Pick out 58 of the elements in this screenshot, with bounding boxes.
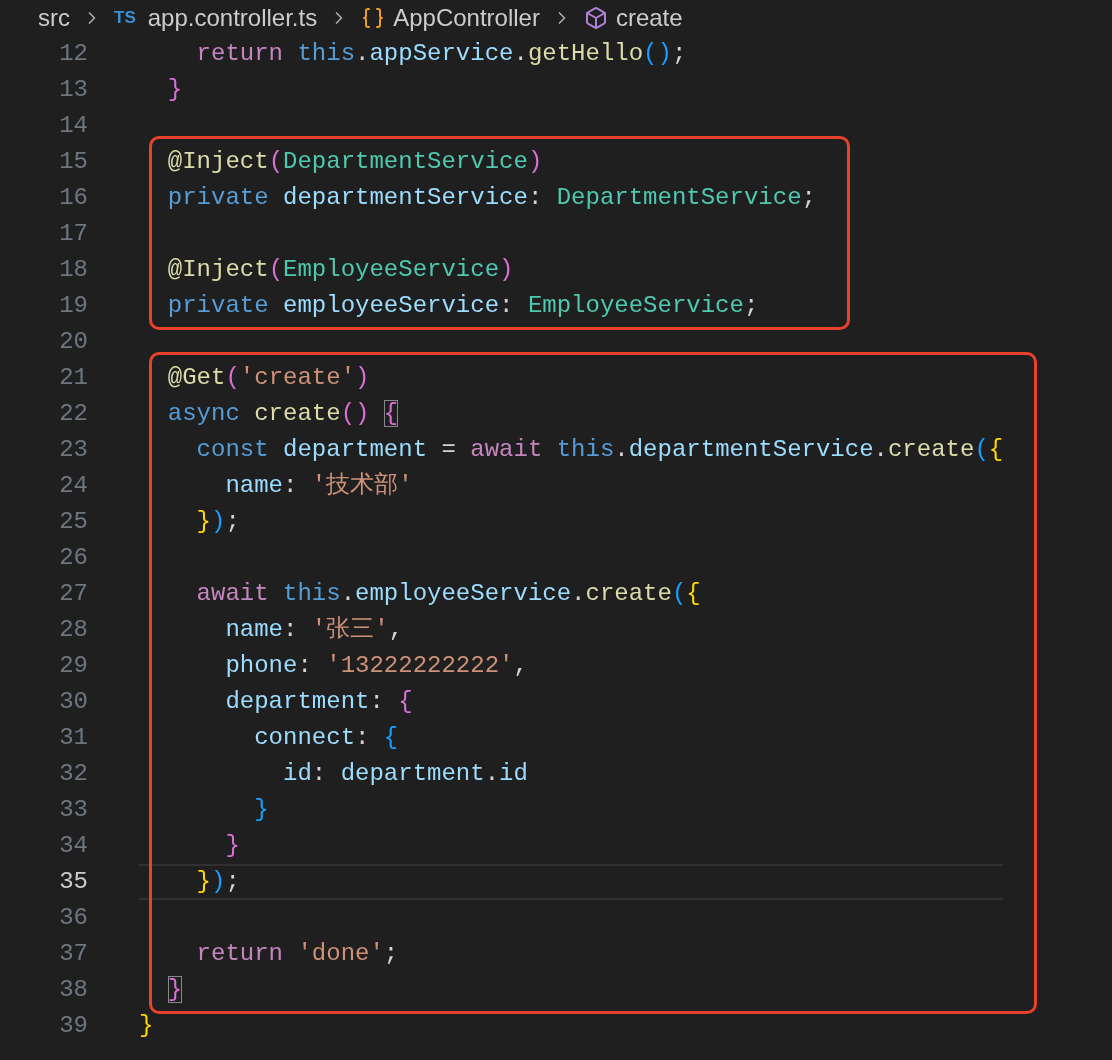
line-number: 16 (59, 184, 88, 211)
code-line: phone: '13222222222', (224, 652, 528, 679)
line-number: 35 (59, 868, 88, 895)
line-number: 32 (59, 760, 88, 787)
line-number: 31 (59, 724, 88, 751)
line-number: 23 (59, 436, 88, 463)
code-line: } (166, 976, 183, 1003)
line-number: 34 (59, 832, 88, 859)
line-number: 12 (59, 40, 88, 67)
code-line: name: '张三', (224, 616, 404, 643)
code-line: } (139, 1012, 154, 1039)
code-line: private employeeService: EmployeeService; (166, 292, 759, 319)
code-line: name: '技术部' (224, 472, 413, 499)
code-line: return this.appService.getHello(); (195, 40, 687, 67)
line-number: 18 (59, 256, 88, 283)
line-number: 21 (59, 364, 88, 391)
code-line: }); (195, 508, 240, 535)
breadcrumb-item[interactable]: src (38, 0, 70, 36)
line-number: 24 (59, 472, 88, 499)
line-number: 17 (59, 220, 88, 247)
line-number: 38 (59, 976, 88, 1003)
line-number: 39 (59, 1012, 88, 1039)
code-line: await this.employeeService.create({ (195, 580, 701, 607)
code-line: department: { (224, 688, 413, 715)
line-number: 26 (59, 544, 88, 571)
code-line: @Inject(DepartmentService) (166, 148, 543, 175)
line-number: 14 (59, 112, 88, 139)
line-number: 28 (59, 616, 88, 643)
cube-icon (583, 6, 608, 30)
code-line: private departmentService: DepartmentService; (166, 184, 816, 211)
breadcrumb-item[interactable]: app.controller.ts (147, 0, 318, 36)
line-number: 36 (59, 904, 88, 931)
line-number: 30 (59, 688, 88, 715)
typescript-label: TS (114, 7, 136, 30)
code-line: }); (195, 868, 240, 895)
line-number: 25 (59, 508, 88, 535)
breadcrumb-item[interactable]: create (615, 0, 683, 36)
line-number: 27 (59, 580, 88, 607)
code-line: } (253, 796, 269, 823)
code-line: return 'done'; (195, 940, 399, 967)
code-line: async create() { (166, 400, 399, 427)
code-line: @Inject(EmployeeService) (166, 256, 514, 283)
line-number: 20 (59, 328, 88, 355)
code-line: @Get('create') (166, 364, 370, 391)
line-number: 29 (59, 652, 88, 679)
line-number: 37 (59, 940, 88, 967)
code-line: connect: { (253, 724, 399, 751)
line-number: 15 (59, 148, 88, 175)
code-line: } (224, 832, 240, 859)
class-icon (361, 6, 386, 30)
line-number: 33 (59, 796, 88, 823)
line-number: 22 (59, 400, 88, 427)
code-line: id: department.id (282, 760, 528, 787)
code-line: const department = await this.departmentService.create({ (195, 436, 1004, 463)
breadcrumb-item[interactable]: AppController (393, 0, 540, 36)
code-line: } (166, 76, 183, 103)
line-number: 19 (59, 292, 88, 319)
line-number: 13 (59, 76, 88, 103)
